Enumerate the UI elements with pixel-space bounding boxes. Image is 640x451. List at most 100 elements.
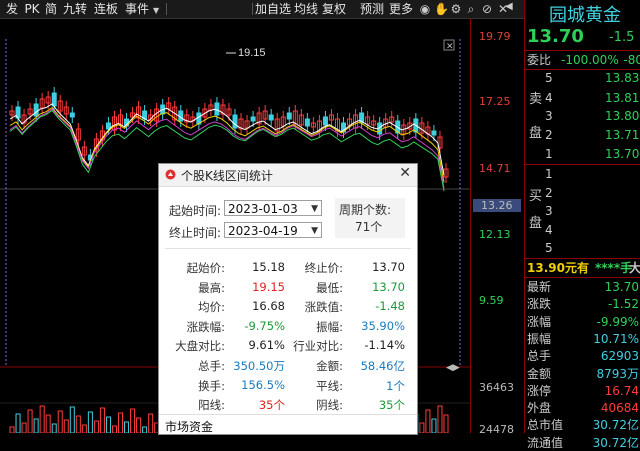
- volume-bar: [75, 415, 81, 433]
- more-button[interactable]: 更多: [388, 1, 414, 17]
- candle-body: [250, 116, 256, 122]
- quote-stat-row: 涨停 16.74: [525, 383, 640, 399]
- volume-bar: [69, 406, 75, 433]
- toolbar-simple-button[interactable]: 简: [42, 1, 60, 17]
- quote-stat-value: 40684: [600, 401, 639, 416]
- quote-stat-value: 30.72亿: [592, 435, 639, 450]
- predict-button[interactable]: 预测: [359, 1, 385, 17]
- end-date-select[interactable]: 2023-04-19 ▼: [224, 222, 322, 238]
- volume-bar: [124, 421, 130, 433]
- stat-value: 13.70: [372, 260, 405, 274]
- volume-bar: [93, 420, 99, 433]
- volume-bar: [136, 417, 142, 433]
- stat-value: -9.75%: [244, 318, 285, 333]
- candle-body: [33, 103, 39, 117]
- stat-label: 换手:: [198, 378, 225, 393]
- search-icon[interactable]: ⌕: [464, 2, 478, 16]
- candle-body: [286, 112, 292, 120]
- quote-stat-value: -1.52: [607, 297, 639, 312]
- stat-value: 19.15: [252, 279, 285, 294]
- stat-value: 1个: [386, 378, 405, 393]
- quote-stat-label: 涨幅: [527, 314, 552, 329]
- candle-body: [232, 114, 238, 129]
- add-watchlist-button[interactable]: 加自选: [255, 1, 291, 17]
- hand-icon[interactable]: ✋: [434, 2, 449, 16]
- candle-body: [304, 118, 310, 127]
- period-count-value: 71个: [355, 220, 383, 234]
- stat-value: -1.14%: [364, 338, 405, 353]
- dialog-title-bar[interactable]: 个股K线区间统计 ✕: [159, 164, 417, 187]
- arrow-left-icon[interactable]: ◀: [505, 1, 513, 12]
- volume-bar: [21, 422, 27, 433]
- period-count-box: 周期个数: 71个: [335, 198, 405, 238]
- stat-label: 行业对比:: [293, 339, 343, 354]
- stat-value: 13.70: [372, 279, 405, 294]
- quote-stat-value: 8793万: [596, 366, 639, 381]
- stat-label: 金额:: [316, 359, 343, 373]
- toolbar-event-button[interactable]: 事件: [122, 1, 152, 17]
- stat-value: 9.61%: [248, 338, 285, 353]
- market-funds-label: 市场资金: [165, 420, 214, 434]
- eye-icon[interactable]: ◉: [418, 2, 432, 16]
- stat-label: 最高:: [198, 280, 225, 295]
- volume-bar: [51, 423, 57, 433]
- stat-label: 最低:: [316, 280, 343, 295]
- trade-line: 13.90元有: [527, 261, 589, 275]
- stat-value: -1.48: [375, 299, 405, 314]
- quote-stat-row: 最新 13.70: [525, 279, 640, 295]
- close-icon[interactable]: ✕: [399, 165, 411, 181]
- quote-stat-value: 16.74: [604, 383, 639, 398]
- adjust-button[interactable]: 复权: [321, 1, 347, 17]
- period-count-label: 周期个数:: [339, 203, 392, 217]
- quote-stat-label: 涨跌: [527, 297, 552, 312]
- volume-bar: [81, 424, 87, 433]
- start-date-select[interactable]: 2023-01-03 ▼: [224, 200, 322, 216]
- scroll-end-icon: ◀▶: [446, 363, 460, 373]
- current-price: 13.70: [527, 26, 584, 47]
- chart-toolbar: 发 PK 简 九转 连板 事件 ▼ 加自选 均线 复权 预测 更多 ◉ ✋ ⚙ …: [0, 0, 524, 19]
- volume-bar: [15, 413, 21, 433]
- volume-bar: [63, 419, 69, 433]
- ban-icon[interactable]: ⊘: [480, 2, 494, 16]
- volume-bar: [33, 418, 39, 433]
- volume-bar: [130, 408, 136, 433]
- stat-label: 平线:: [316, 378, 343, 393]
- price-change: -1.5: [609, 30, 635, 45]
- quote-stat-value: -9.99%: [596, 314, 639, 329]
- gear-icon[interactable]: ⚙: [449, 2, 463, 16]
- volume-bar: [39, 405, 45, 433]
- volume-bar: [87, 411, 93, 433]
- volume-bar: [419, 422, 425, 433]
- volume-bar: [437, 405, 443, 433]
- volume-tick: 24478: [479, 423, 514, 436]
- stat-label: 涨跌幅:: [186, 319, 225, 334]
- stat-label: 终止价:: [304, 261, 343, 275]
- quote-panel: 园城黄金 13.70 -1.5 委比 -100.00% -80 卖 盘 5 13.…: [524, 0, 640, 450]
- quote-stat-label: 流通值: [527, 435, 564, 450]
- volume-bar: [111, 425, 117, 433]
- quote-stat-label: 最新: [527, 280, 552, 294]
- chevron-down-icon: ▼: [311, 204, 318, 214]
- quote-stat-row: 振幅 10.71%: [525, 331, 640, 347]
- toolbar-fa-button[interactable]: 发: [2, 1, 22, 17]
- volume-bar: [443, 414, 449, 433]
- stat-value: 58.46亿: [360, 359, 405, 373]
- quote-stat-value: 62903: [600, 349, 639, 364]
- quote-stat-label: 总市值: [527, 418, 564, 433]
- candle-body: [268, 114, 274, 121]
- ma-button[interactable]: 均线: [293, 1, 319, 17]
- toolbar-jiuzhuan-button[interactable]: 九转: [60, 1, 90, 17]
- price-tick: 12.13: [479, 228, 511, 241]
- weibi-value: -100.00%: [561, 53, 619, 67]
- dropdown-caret-icon[interactable]: ▼: [153, 6, 159, 15]
- toolbar-pk-button[interactable]: PK: [22, 1, 42, 17]
- volume-bar: [57, 410, 63, 433]
- stat-label: 阳线:: [198, 398, 225, 413]
- quote-stat-row: 金额 8793万: [525, 366, 640, 382]
- quote-stat-row: 涨跌 -1.52: [525, 296, 640, 312]
- volume-bar: [425, 409, 431, 433]
- toolbar-lianban-button[interactable]: 连板: [90, 1, 122, 17]
- candle-body: [322, 116, 328, 126]
- volume-bar: [148, 413, 154, 433]
- volume-bar: [142, 426, 148, 433]
